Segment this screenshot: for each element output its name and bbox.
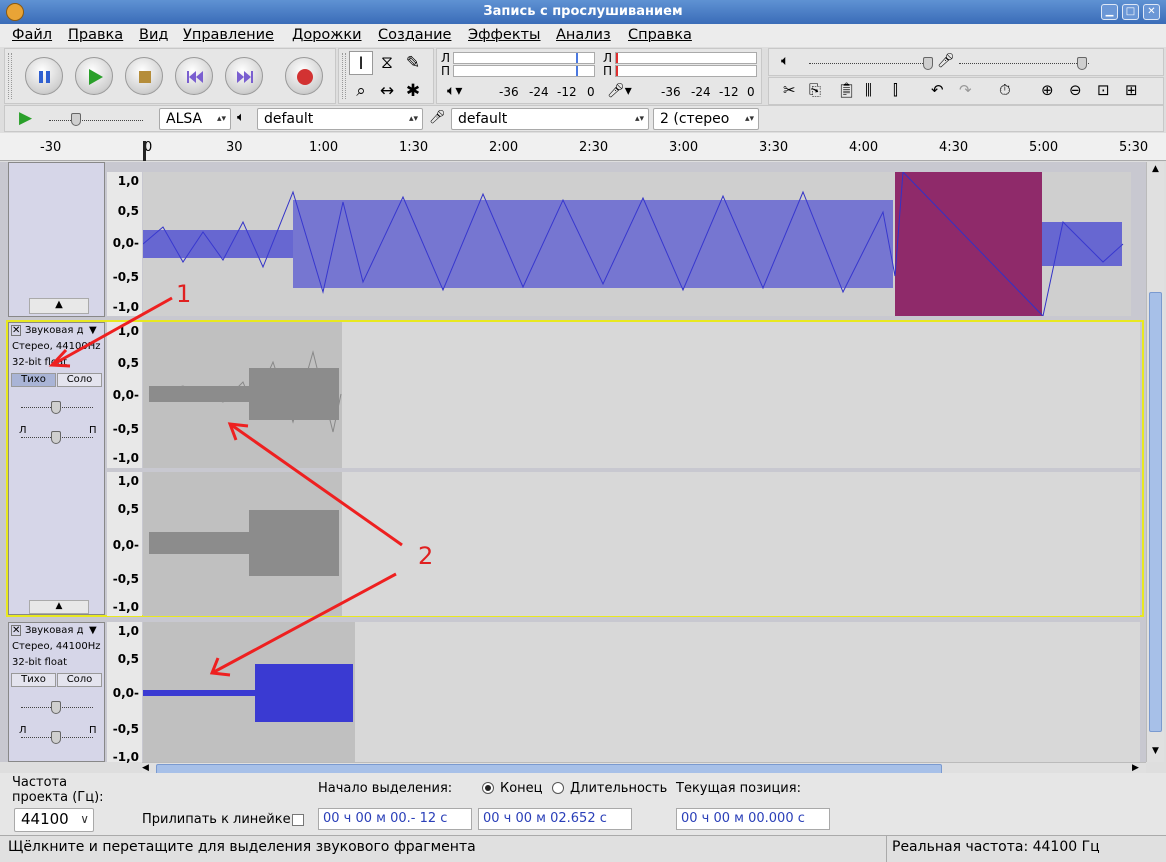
status-rate: Реальная частота: 44100 Гц [892, 839, 1100, 855]
selection-start-field[interactable]: 00 ч 00 м 00.- 12 с [318, 808, 472, 830]
length-radio-label: Длительность [570, 781, 668, 796]
annotation-arrows [48, 296, 403, 677]
position-label: Текущая позиция: [676, 781, 801, 796]
length-radio[interactable] [552, 782, 564, 794]
annotation-label-1: 1 [176, 280, 192, 308]
status-hint: Щёлкните и перетащите для выделения звук… [8, 839, 476, 855]
annotation-label-2: 2 [418, 542, 434, 570]
end-radio[interactable] [482, 782, 494, 794]
selection-end-value: 00 ч 00 м 02.652 с [483, 811, 607, 826]
end-radio-label: Конец [500, 781, 543, 796]
project-rate-select[interactable]: 44100 ∨ [14, 808, 94, 832]
position-value: 00 ч 00 м 00.000 с [681, 811, 805, 826]
selection-toolbar: Частота проекта (Гц): 44100 ∨ Прилипать к… [0, 773, 1166, 835]
snap-label: Прилипать к линейке [142, 812, 291, 827]
selection-start-label: Начало выделения: [318, 781, 453, 796]
selection-start-value: 00 ч 00 м 00.- 12 с [323, 811, 448, 826]
position-field[interactable]: 00 ч 00 м 00.000 с [676, 808, 830, 830]
project-rate-label: Частота проекта (Гц): [12, 775, 104, 805]
project-rate-value: 44100 [21, 810, 69, 828]
status-bar: Щёлкните и перетащите для выделения звук… [0, 835, 1166, 862]
snap-checkbox[interactable] [292, 814, 304, 826]
selection-end-field[interactable]: 00 ч 00 м 02.652 с [478, 808, 632, 830]
